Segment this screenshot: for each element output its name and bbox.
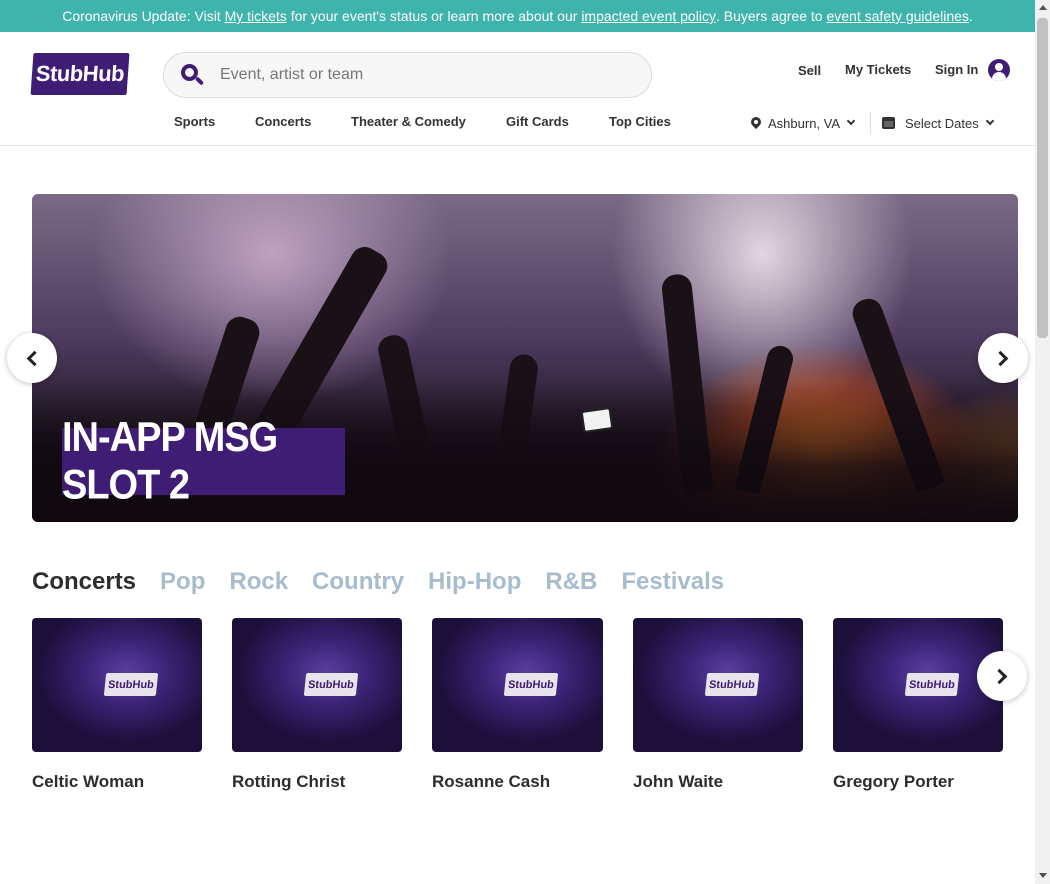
chevron-left-icon <box>26 350 43 366</box>
event-card-title[interactable]: John Waite <box>633 772 803 792</box>
tab-country[interactable]: Country <box>312 568 404 596</box>
my-tickets-nav-link[interactable]: My Tickets <box>845 62 911 77</box>
user-icon[interactable] <box>988 59 1010 81</box>
stubhub-badge: StubHub <box>503 673 559 696</box>
event-card-image[interactable]: StubHub <box>32 618 202 752</box>
page-scrollbar[interactable] <box>1035 0 1050 884</box>
event-card-image[interactable]: StubHub <box>633 618 803 752</box>
scroll-down-arrow[interactable] <box>1039 873 1047 878</box>
tab-festivals[interactable]: Festivals <box>621 568 724 596</box>
nav-item-sports[interactable]: Sports <box>174 114 215 129</box>
event-card-title[interactable]: Rotting Christ <box>232 772 402 792</box>
date-selector[interactable]: Select Dates <box>882 112 994 134</box>
tab-pop[interactable]: Pop <box>160 568 205 596</box>
nav-item-concerts[interactable]: Concerts <box>255 114 311 129</box>
event-card[interactable]: StubHub Rotting Christ <box>232 618 402 792</box>
sell-link[interactable]: Sell <box>798 63 821 78</box>
hero-carousel-slide[interactable]: IN-APP MSG SLOT 2 <box>32 194 1018 522</box>
nav-item-top-cities[interactable]: Top Cities <box>609 114 671 129</box>
event-safety-guidelines-link[interactable]: event safety guidelines <box>826 8 968 24</box>
tab-hip-hop[interactable]: Hip-Hop <box>428 568 521 596</box>
category-tabs: Concerts Pop Rock Country Hip-Hop R&B Fe… <box>32 568 748 596</box>
chevron-right-icon <box>992 350 1009 366</box>
nav-item-theater-comedy[interactable]: Theater & Comedy <box>351 114 466 129</box>
stubhub-badge: StubHub <box>704 673 760 696</box>
hero-message: IN-APP MSG SLOT 2 <box>62 414 345 508</box>
impacted-event-policy-link[interactable]: impacted event policy <box>581 8 716 24</box>
search-bar[interactable] <box>163 52 652 98</box>
event-card[interactable]: StubHub Rosanne Cash <box>432 618 603 792</box>
search-icon[interactable] <box>179 62 205 88</box>
cards-next-button[interactable] <box>977 651 1027 701</box>
banner-mid2: . Buyers agree to <box>715 8 827 24</box>
scrollbar-thumb[interactable] <box>1037 18 1048 338</box>
stubhub-logo[interactable]: StubHub <box>30 53 130 95</box>
stubhub-badge: StubHub <box>103 673 159 696</box>
stubhub-badge: StubHub <box>303 673 359 696</box>
hero-prev-button[interactable] <box>7 333 57 383</box>
banner-mid1: for your event's status or learn more ab… <box>286 8 582 24</box>
scroll-up-arrow[interactable] <box>1039 5 1047 10</box>
covid-banner: Coronavirus Update: Visit My tickets for… <box>0 0 1035 32</box>
my-tickets-link[interactable]: My tickets <box>225 8 287 24</box>
banner-suffix: . <box>968 8 973 24</box>
event-card-image[interactable]: StubHub <box>432 618 603 752</box>
event-card-title[interactable]: Celtic Woman <box>32 772 202 792</box>
chevron-down-icon <box>846 116 856 126</box>
dates-label: Select Dates <box>905 115 979 131</box>
calendar-icon <box>882 117 895 129</box>
header-divider <box>0 145 1035 146</box>
event-card-title[interactable]: Gregory Porter <box>833 772 1003 792</box>
search-input[interactable] <box>220 66 620 84</box>
event-card[interactable]: StubHub Gregory Porter <box>833 618 1003 792</box>
chevron-right-icon <box>991 668 1008 684</box>
event-card-image[interactable]: StubHub <box>833 618 1003 752</box>
phone-screen <box>580 407 614 433</box>
tab-rock[interactable]: Rock <box>229 568 288 596</box>
event-card-image[interactable]: StubHub <box>232 618 402 752</box>
event-card[interactable]: StubHub John Waite <box>633 618 803 792</box>
stubhub-badge: StubHub <box>904 673 960 696</box>
location-selector[interactable]: Ashburn, VA <box>748 112 856 134</box>
location-label: Ashburn, VA <box>768 115 841 131</box>
tab-concerts[interactable]: Concerts <box>32 568 136 596</box>
event-card[interactable]: StubHub Celtic Woman <box>32 618 202 792</box>
location-pin-icon <box>748 114 764 130</box>
hero-next-button[interactable] <box>978 333 1028 383</box>
nav-item-gift-cards[interactable]: Gift Cards <box>506 114 569 129</box>
chevron-down-icon <box>985 116 994 126</box>
banner-prefix: Coronavirus Update: Visit <box>62 8 221 24</box>
nav-divider <box>870 112 871 134</box>
sign-in-link[interactable]: Sign In <box>935 62 978 77</box>
tab-rnb[interactable]: R&B <box>545 568 597 596</box>
event-card-title[interactable]: Rosanne Cash <box>432 772 603 792</box>
